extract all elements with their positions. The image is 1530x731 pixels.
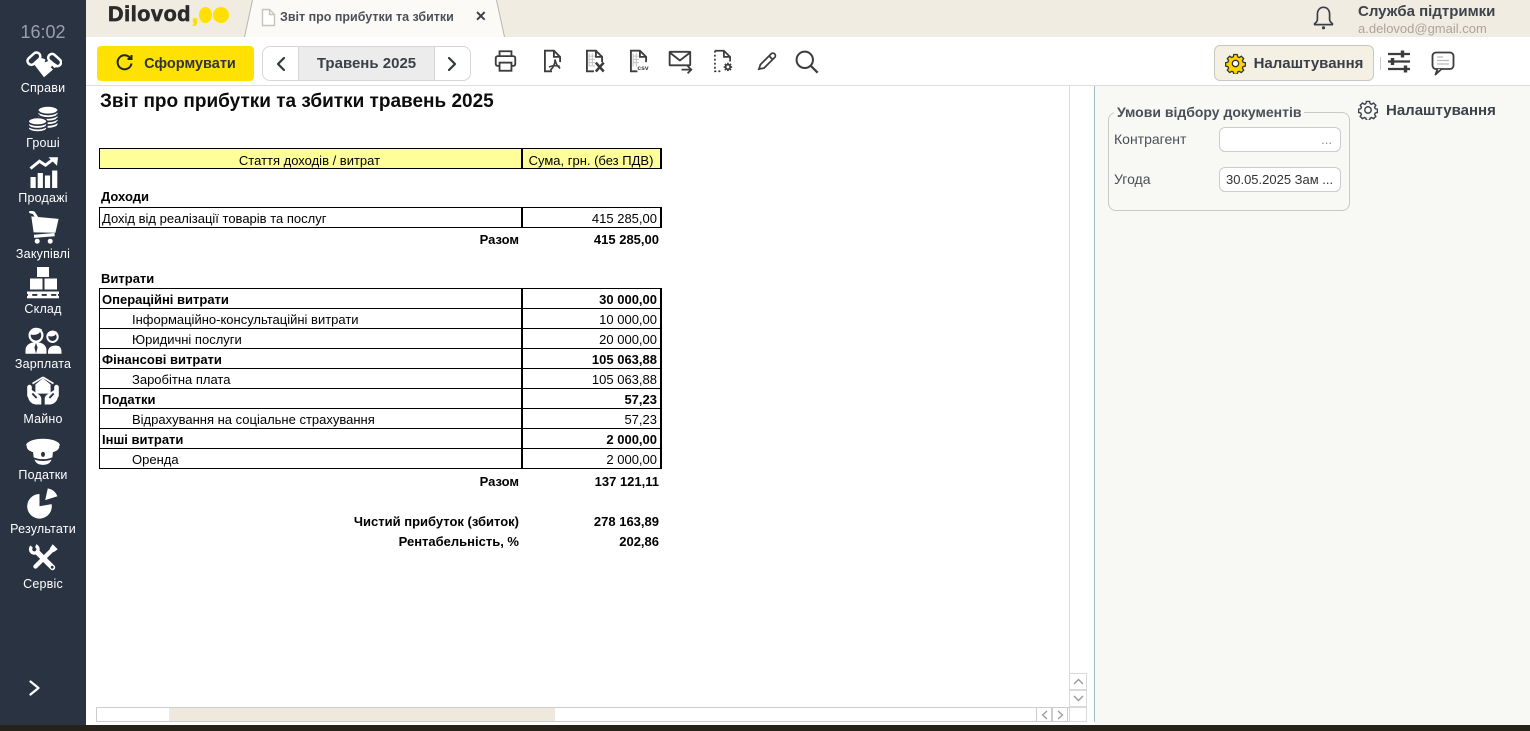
- svg-text:csv: csv: [637, 65, 648, 72]
